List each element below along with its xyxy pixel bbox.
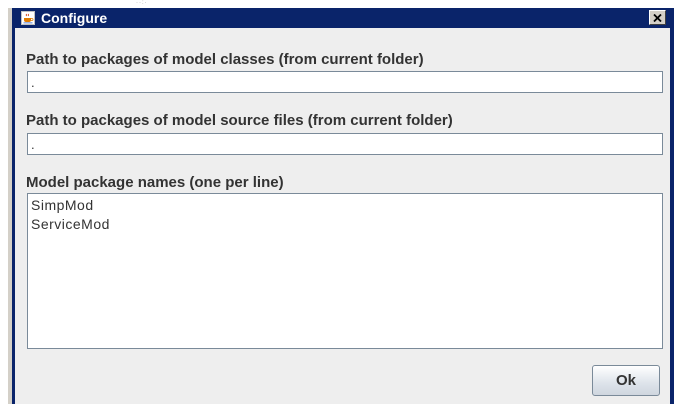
classes-path-label: Path to packages of model classes (from … <box>26 51 424 68</box>
package-name-line: ServiceMod <box>31 216 110 232</box>
screen: ··:· Configure Path to packages of model… <box>0 0 674 404</box>
configure-dialog: Configure Path to packages of model clas… <box>7 8 674 404</box>
title-bar[interactable]: Configure <box>15 8 670 28</box>
package-name-line: SimpMod <box>31 197 94 213</box>
close-icon <box>653 13 662 22</box>
ok-button[interactable]: Ok <box>592 365 660 396</box>
package-names-textarea[interactable]: SimpMod ServiceMod <box>27 193 663 349</box>
java-cup-icon <box>21 11 35 25</box>
close-button[interactable] <box>649 10 666 25</box>
sources-path-input[interactable] <box>27 133 663 155</box>
dialog-title: Configure <box>41 10 108 26</box>
dialog-content: Path to packages of model classes (from … <box>15 28 670 404</box>
package-names-label: Model package names (one per line) <box>26 174 284 191</box>
sources-path-label: Path to packages of model source files (… <box>26 112 453 129</box>
background-text-fragment: ··:· <box>136 0 148 6</box>
classes-path-input[interactable] <box>27 71 663 93</box>
